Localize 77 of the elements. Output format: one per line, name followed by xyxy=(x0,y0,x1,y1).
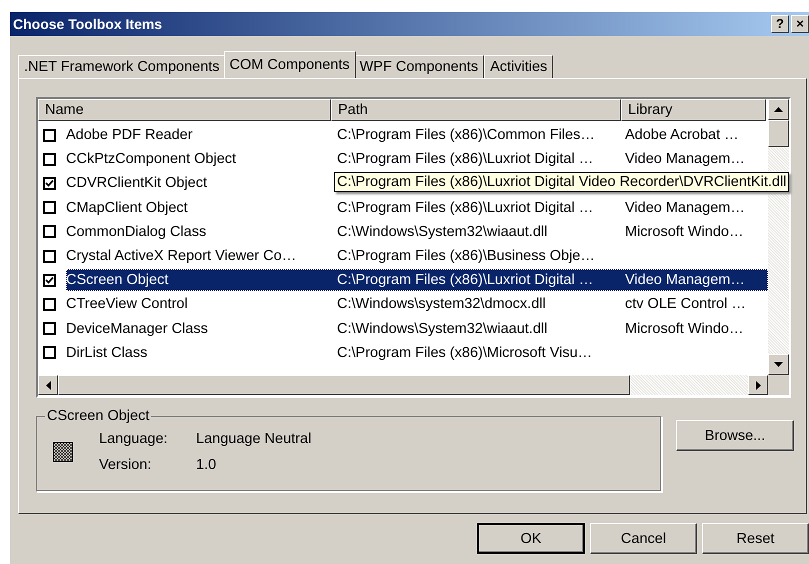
list-row[interactable]: CScreen Object C:\Program Files (x86)\Luxriot Digital … Video Managem… xyxy=(66,269,768,292)
scrollbar-corner xyxy=(768,375,789,395)
scroll-thumb[interactable] xyxy=(58,375,630,395)
library-cell: Video Managem… xyxy=(625,272,745,288)
list-row[interactable]: DirList Class C:\Program Files (x86)\Microsoft Visu… xyxy=(66,342,768,364)
library-cell: Video Managem… xyxy=(625,151,745,168)
arrow-right-icon xyxy=(756,380,760,390)
list-row[interactable]: CMapClient Object C:\Program Files (x86)\Luxriot Digital … Video Managem… xyxy=(66,196,768,219)
window-title: Choose Toolbox Items xyxy=(13,16,162,32)
path-cell: C:\Windows\system32\dmocx.dll xyxy=(337,296,546,312)
scroll-left-button[interactable] xyxy=(38,375,58,395)
checkbox[interactable] xyxy=(43,250,56,263)
reset-button[interactable]: Reset xyxy=(702,523,809,554)
language-label: Language: xyxy=(99,431,169,447)
column-header[interactable]: Path xyxy=(331,99,621,121)
close-button[interactable]: × xyxy=(791,15,809,33)
name-cell-text: CCkPtzComponent Object xyxy=(66,151,238,168)
column-header[interactable]: Library xyxy=(621,99,766,121)
tooltip: C:\Program Files (x86)\Luxriot Digital Video Recorder\DVRClientKit.dll xyxy=(334,172,790,192)
version-label: Version: xyxy=(99,457,152,473)
column-header[interactable]: Name xyxy=(38,99,331,121)
checkbox[interactable] xyxy=(43,346,56,360)
name-cell-text: CMapClient Object xyxy=(66,200,189,216)
list-row[interactable]: CCkPtzComponent Object C:\Program Files (x86)\Luxriot Digital … Video Managem… xyxy=(66,148,768,170)
path-cell: C:\Program Files (x86)\Microsoft Visu… xyxy=(337,344,592,361)
scroll-right-button[interactable] xyxy=(748,375,768,395)
language-value: Language Neutral xyxy=(196,431,312,447)
name-cell-text: DeviceManager Class xyxy=(66,320,209,337)
component-icon xyxy=(53,442,73,462)
version-value: 1.0 xyxy=(196,457,218,473)
library-cell: ctv OLE Control … xyxy=(625,296,746,312)
checkbox[interactable] xyxy=(43,128,56,142)
library-cell: Microsoft Windo… xyxy=(625,320,744,337)
list-row[interactable]: Adobe PDF Reader C:\Program Files (x86)\Common Files… Adobe Acrobat … xyxy=(66,124,768,146)
browse-button[interactable]: Browse... xyxy=(676,420,794,451)
list-row[interactable]: CTreeView Control C:\Windows\system32\dmocx.dll ctv OLE Control … xyxy=(66,293,768,316)
help-button[interactable]: ? xyxy=(771,15,789,33)
checkbox[interactable] xyxy=(43,152,56,166)
path-cell: C:\Program Files (x86)\Luxriot Digital … xyxy=(337,200,594,216)
name-cell-text: CScreen Object xyxy=(66,272,170,288)
scroll-down-button[interactable] xyxy=(768,354,789,375)
name-cell-text: Adobe PDF Reader xyxy=(66,127,194,144)
list-row[interactable]: DeviceManager Class C:\Windows\System32\wiaaut.dll Microsoft Windo… xyxy=(66,318,768,340)
scroll-up-button[interactable] xyxy=(768,99,789,120)
checkbox[interactable] xyxy=(43,176,56,190)
list-row[interactable]: Crystal ActiveX Report Viewer Co… C:\Program Files (x86)\Business Obje… xyxy=(66,245,768,268)
path-cell: C:\Program Files (x86)\Luxriot Digital … xyxy=(337,272,594,288)
scroll-thumb[interactable] xyxy=(768,120,789,147)
name-cell-text: DirList Class xyxy=(66,344,148,361)
path-cell: C:\Program Files (x86)\Common Files… xyxy=(337,127,595,144)
checkbox[interactable] xyxy=(43,322,56,336)
arrow-up-icon xyxy=(774,107,783,112)
tab[interactable]: COM Components xyxy=(224,51,356,78)
tab[interactable]: WPF Components xyxy=(354,55,484,78)
library-cell: Adobe Acrobat … xyxy=(625,127,739,144)
arrow-left-icon xyxy=(46,380,50,390)
path-cell: C:\Windows\System32\wiaaut.dll xyxy=(337,224,548,240)
name-cell-text: CTreeView Control xyxy=(66,296,189,312)
checkbox[interactable] xyxy=(43,201,56,214)
checkbox[interactable] xyxy=(43,225,56,238)
cancel-button[interactable]: Cancel xyxy=(590,523,697,554)
name-cell-text: Crystal ActiveX Report Viewer Co… xyxy=(66,248,298,264)
path-cell: C:\Program Files (x86)\Luxriot Digital … xyxy=(337,151,594,168)
tab[interactable]: Activities xyxy=(484,55,554,78)
checkbox[interactable] xyxy=(43,274,56,287)
path-cell: C:\Windows\System32\wiaaut.dll xyxy=(337,320,548,337)
name-cell-text: CommonDialog Class xyxy=(66,224,208,240)
arrow-down-icon xyxy=(774,362,783,367)
ok-button[interactable]: OK xyxy=(477,523,585,554)
library-cell: Microsoft Windo… xyxy=(625,224,744,240)
list-row[interactable]: CommonDialog Class C:\Windows\System32\wiaaut.dll Microsoft Windo… xyxy=(66,220,768,243)
path-cell: C:\Program Files (x86)\Business Obje… xyxy=(337,248,595,264)
tab[interactable]: .NET Framework Components xyxy=(18,55,226,78)
horizontal-scrollbar[interactable] xyxy=(38,375,789,395)
group-title: CScreen Object xyxy=(45,408,152,424)
library-cell: Video Managem… xyxy=(625,200,745,216)
checkbox[interactable] xyxy=(43,298,56,311)
